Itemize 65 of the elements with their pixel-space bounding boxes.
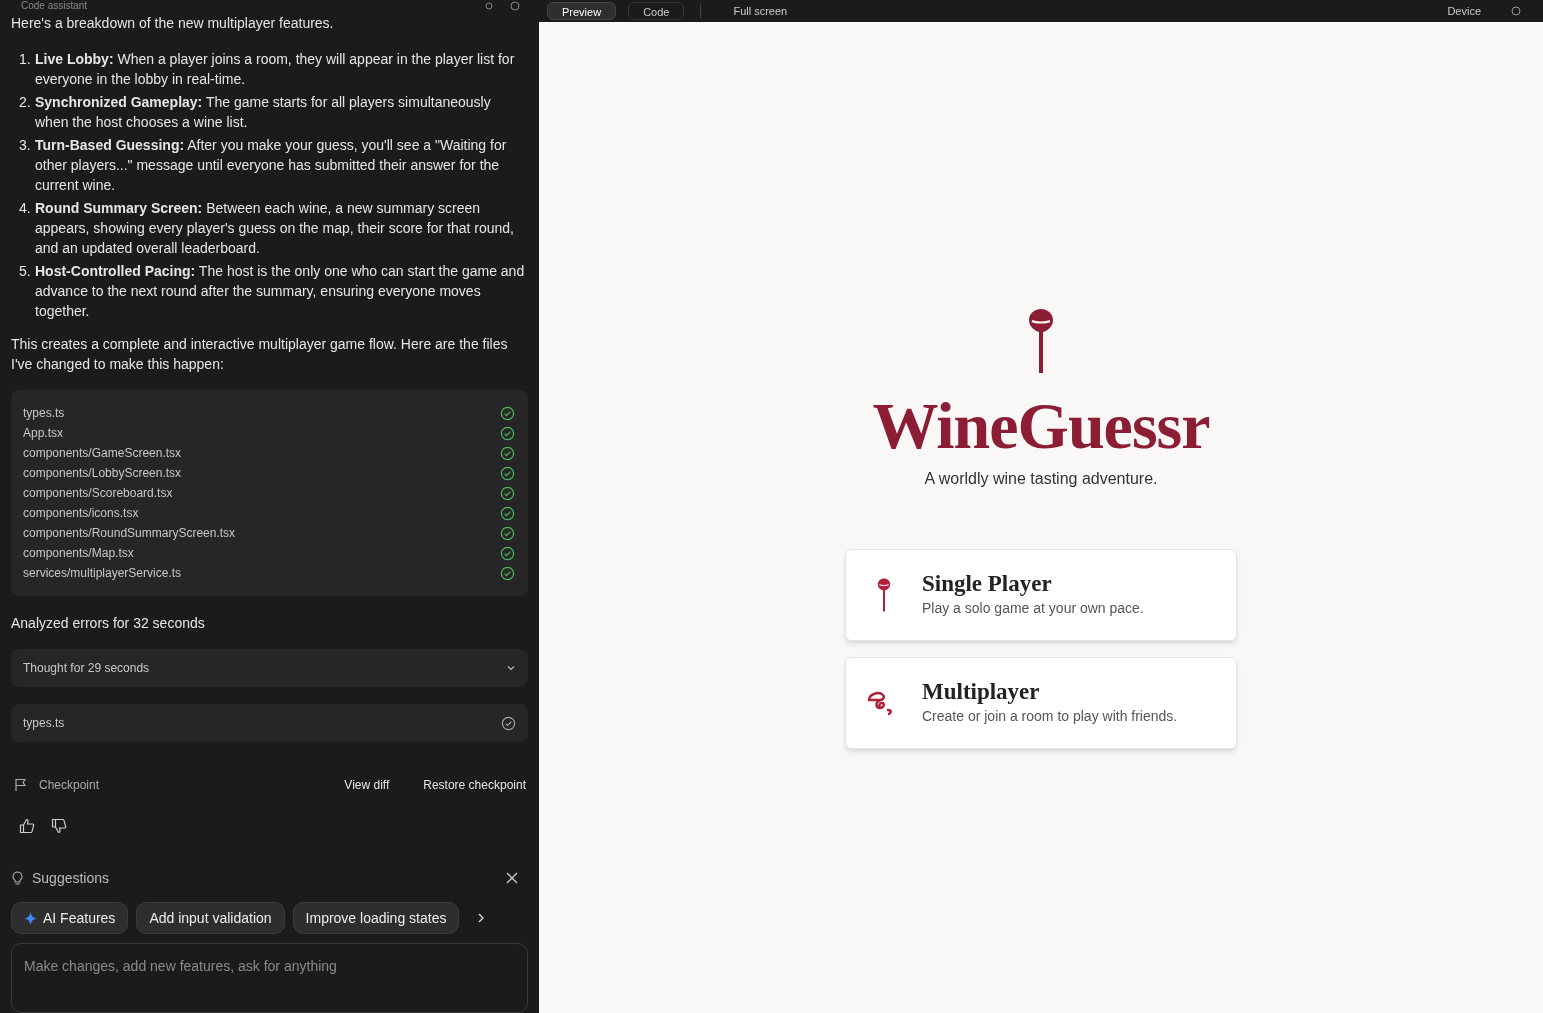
mode-title: Multiplayer: [922, 679, 1041, 705]
list-number: 3.: [19, 136, 31, 155]
list-number: 4.: [19, 199, 31, 218]
thought-toggle[interactable]: Thought for 29 seconds: [11, 649, 528, 687]
mode-description: Play a solo game at your own pace.: [922, 599, 1144, 618]
file-name: services/multiplayerService.ts: [23, 565, 182, 582]
close-icon[interactable]: [506, 872, 518, 884]
file-name: components/Map.tsx: [23, 545, 134, 562]
check-circle-icon: [500, 545, 515, 561]
check-circle-icon: [500, 505, 515, 521]
list-number: 5.: [19, 262, 31, 281]
thumbs-down-icon[interactable]: [51, 818, 67, 834]
wine-glass-icon: [876, 578, 892, 612]
flag-icon: [14, 778, 28, 792]
check-circle-icon: [500, 445, 515, 461]
sparkle-icon: [24, 911, 37, 925]
feature-text: Turn-Based Guessing: After you make your guess, you'll see a "Waiting for other players..." message until everyone has submitted their answer for the current wine.: [35, 136, 508, 195]
feature-text: Host-Controlled Pacing: The host is the only one who can start the game and advance to the next round after the summary, ensuring everyone moves together.: [35, 262, 526, 321]
feature-text: Live Lobby: When a player joins a room, they will appear in the player list for everyone in the lobby in real-time.: [35, 50, 516, 89]
check-circle-icon: [500, 565, 515, 581]
checkpoint-action[interactable]: View diff: [344, 776, 390, 794]
status-text: Analyzed errors for 32 seconds: [11, 614, 206, 633]
list-number: 1.: [19, 50, 31, 69]
mode-description: Create or join a room to play with friends.: [922, 707, 1178, 726]
checkpoint-action[interactable]: Restore checkpoint: [423, 776, 526, 794]
feature-text: Synchronized Gameplay: The game starts for all players simultaneously when the host chooses a wine list.: [35, 93, 492, 132]
check-circle-icon: [500, 425, 515, 441]
check-circle-icon: [500, 525, 515, 541]
file-name: components/Scoreboard.tsx: [23, 485, 173, 502]
check-circle-icon: [500, 485, 515, 501]
fullscreen-button[interactable]: Full screen: [733, 2, 788, 20]
preview-tab[interactable]: Preview: [547, 2, 617, 20]
panel-title: Code assistant: [20, 0, 88, 12]
chevron-down-icon: [506, 663, 516, 673]
file-name: types.ts: [23, 715, 65, 732]
suggestion-chip[interactable]: AI Features: [11, 902, 129, 934]
mode-title: Single Player: [922, 571, 1053, 597]
tagline: A worldly wine tasting adventure.: [924, 469, 1158, 489]
suggestion-chip[interactable]: Improve loading states: [292, 902, 460, 934]
summary-text: This creates a complete and interactive multiplayer game flow. Here are the files I've changed to make this happen:: [11, 335, 509, 374]
feature-text: Round Summary Screen: Between each wine, a new summary screen appears, showing every player's guess on the map, their score for that round, and an updated overall leaderboard.: [35, 199, 515, 258]
file-name: types.ts: [23, 405, 65, 422]
suggestion-chip[interactable]: Add input validation: [136, 902, 285, 934]
lightbulb-icon: [11, 870, 24, 886]
suggestions-title: Suggestions: [32, 868, 111, 888]
app-title: WineGuessr: [872, 390, 1210, 462]
check-circle-icon: [501, 715, 516, 731]
mode-card[interactable]: Single Player Play a solo game at your own pace.: [845, 549, 1237, 641]
checkpoint-label: Checkpoint: [39, 777, 101, 794]
mode-card[interactable]: Multiplayer Create or join a room to play with friends.: [845, 657, 1237, 749]
prompt-field[interactable]: Make changes, add new features, ask for anything: [11, 943, 528, 1013]
file-name: components/icons.tsx: [23, 505, 139, 522]
thumbs-up-icon[interactable]: [19, 818, 35, 834]
wine-glass-icon: [1027, 308, 1055, 374]
list-number: 2.: [19, 93, 31, 112]
file-name: components/GameScreen.tsx: [23, 445, 182, 462]
check-circle-icon: [500, 465, 515, 481]
device-button[interactable]: Device: [1447, 2, 1481, 20]
check-circle-icon: [500, 405, 515, 421]
chevron-right-icon[interactable]: [477, 913, 486, 923]
file-name: components/RoundSummaryScreen.tsx: [23, 525, 236, 542]
file-name: App.tsx: [23, 425, 64, 442]
intro-text: Here's a breakdown of the new multiplayer features.: [11, 14, 335, 33]
file-name: components/LobbyScreen.tsx: [23, 465, 182, 482]
preview-tab[interactable]: Code: [628, 2, 685, 20]
